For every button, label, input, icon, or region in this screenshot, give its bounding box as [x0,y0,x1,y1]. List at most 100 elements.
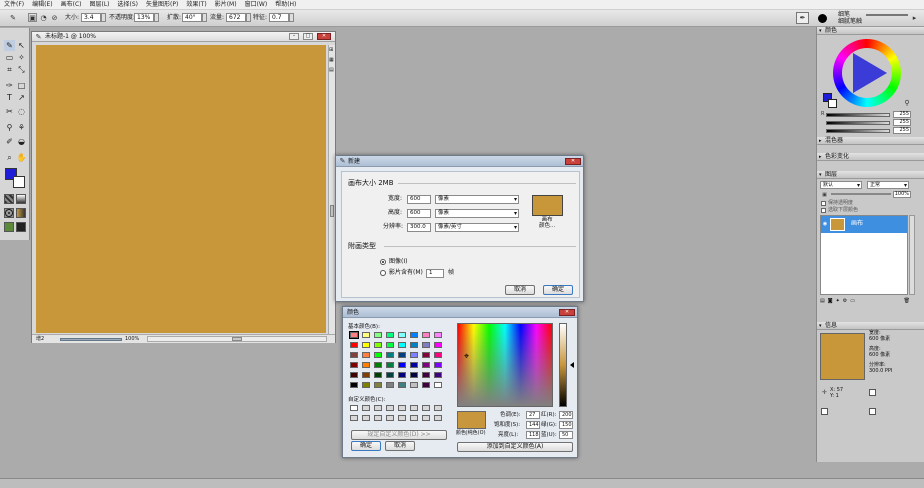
airbrush-icon[interactable]: ◔ [39,13,48,22]
size-field[interactable]: 3.4 [81,13,101,22]
brush-variant-slider[interactable] [866,14,908,16]
new-group-icon[interactable]: ▭ [850,298,855,305]
green-value[interactable]: 255 [893,119,911,126]
basic-color-swatch[interactable] [386,372,394,378]
dynamic-plugin-icon[interactable]: ✦ [836,298,840,305]
basic-color-swatch[interactable] [350,382,358,388]
basic-color-swatch[interactable] [350,362,358,368]
composite-method-select[interactable]: 正常 [867,181,909,189]
basic-color-swatch[interactable] [374,382,382,388]
spread-dropdown[interactable] [202,13,207,22]
nozzle-selector-icon[interactable] [16,222,26,232]
basic-color-swatch[interactable] [434,362,442,368]
color-cancel-button[interactable]: 取消 [385,441,415,451]
luminance-arrow-icon[interactable] [570,362,574,368]
gradient-selector-icon[interactable] [16,194,26,204]
brush-tool-icon[interactable]: ✎ [4,40,15,51]
shape-select-icon[interactable]: ↗ [16,92,27,103]
flow-dropdown[interactable] [246,13,251,22]
color-ok-button[interactable]: 确定 [351,441,381,451]
pen-icon[interactable]: ✑ [4,80,15,91]
basic-color-swatch[interactable] [374,342,382,348]
panel-additional-color-swatch[interactable] [828,99,837,108]
paint-bucket-icon[interactable]: ◒ [16,136,27,147]
custom-color-swatch[interactable] [410,405,418,411]
maximize-button[interactable]: □ [303,33,313,40]
grabber-hand-icon[interactable]: ✋ [16,152,27,163]
magic-wand-icon[interactable]: ✧ [16,52,27,63]
zoom-level[interactable]: 100% [125,335,139,343]
define-custom-colors-button[interactable]: 规定自定义颜色(D) >> [351,430,447,440]
custom-color-swatch[interactable] [434,415,442,421]
vertical-scroll-thumb[interactable] [330,205,334,217]
basic-color-swatch[interactable] [434,332,442,338]
text-icon[interactable]: T [4,92,15,103]
layers-scrollbar[interactable] [909,215,915,295]
blend-mode-select[interactable]: 默认 [820,181,862,189]
basic-color-swatch[interactable] [422,332,430,338]
basic-color-swatch[interactable] [410,362,418,368]
layer-commands-icon[interactable]: ⚙ [843,298,847,305]
height-unit-select[interactable]: 像素 [435,209,519,218]
layer-row-canvas[interactable]: ◉ 画布 [821,216,907,233]
custom-color-swatch[interactable] [398,405,406,411]
basic-color-swatch[interactable] [386,362,394,368]
layers-panel-header[interactable]: 图层 [817,171,924,179]
look-selector-icon[interactable] [4,222,14,232]
brush-dab-icon[interactable] [818,14,827,23]
basic-color-swatch[interactable] [434,372,442,378]
transform-icon[interactable]: ⤡ [16,64,27,75]
magnifier-icon[interactable]: ⌕ [4,152,15,163]
basic-color-swatch[interactable] [362,382,370,388]
add-custom-color-button[interactable]: 添加到自定义颜色(A) [457,442,573,452]
delete-layer-icon[interactable]: 🗑 [904,298,910,305]
basic-color-swatch[interactable] [386,352,394,358]
lock-icon[interactable]: ▣ [821,191,828,198]
custom-color-swatch[interactable] [422,415,430,421]
custom-color-swatch[interactable] [362,415,370,421]
basic-color-swatch[interactable] [398,382,406,388]
pick-lower-checkbox[interactable] [821,208,826,213]
menu-item[interactable]: 画布(C) [57,0,86,9]
menu-item[interactable]: 文件(F) [0,0,28,9]
image-radio[interactable] [380,259,386,265]
luminance-field[interactable]: 118 [526,431,540,439]
reset-icon[interactable]: ⊘ [50,13,59,22]
brush-mode-icon[interactable]: ▣ [28,13,37,22]
feature-field[interactable]: 0.7 [269,13,289,22]
basic-color-swatch[interactable] [410,342,418,348]
basic-color-swatch[interactable] [410,382,418,388]
basic-color-swatch[interactable] [410,372,418,378]
custom-color-swatch[interactable] [386,415,394,421]
resolution-field[interactable]: 300.0 [407,223,431,232]
zoom-slider[interactable] [60,338,122,341]
mixer-panel-header[interactable]: 混色器 [817,137,924,145]
basic-color-swatch[interactable] [374,332,382,338]
shape-icon[interactable]: □ [16,80,27,91]
basic-color-swatch[interactable] [362,362,370,368]
spread-field[interactable]: 40° [182,13,202,22]
basic-color-swatch[interactable] [350,352,358,358]
menu-item[interactable]: 窗口(W) [241,0,272,9]
menu-item[interactable]: 编辑(E) [28,0,56,9]
luminance-bar[interactable] [559,323,567,407]
custom-color-swatch[interactable] [350,405,358,411]
basic-color-swatch[interactable] [386,332,394,338]
red-value[interactable]: 255 [893,111,911,118]
red-field[interactable]: 200 [559,411,573,419]
basic-color-swatch[interactable] [362,352,370,358]
basic-color-swatch[interactable] [386,342,394,348]
green-field[interactable]: 150 [559,421,573,429]
color-picker-icon[interactable]: ⚲ [903,99,911,107]
canvas[interactable] [36,45,326,333]
horizontal-scrollbar[interactable] [147,336,327,342]
new-dialog-close-button[interactable]: ✕ [565,158,581,165]
rect-select-icon[interactable]: ▭ [4,52,15,63]
additional-color-swatch[interactable] [13,176,25,188]
basic-color-swatch[interactable] [362,332,370,338]
dropper-icon[interactable]: ⚲ [4,122,15,133]
basic-color-swatch[interactable] [350,342,358,348]
layer-opacity-slider[interactable] [831,193,891,195]
width-field[interactable]: 600 [407,195,431,204]
vertical-scrollbar[interactable]: ⊞ ▦ ▤ [328,45,335,334]
